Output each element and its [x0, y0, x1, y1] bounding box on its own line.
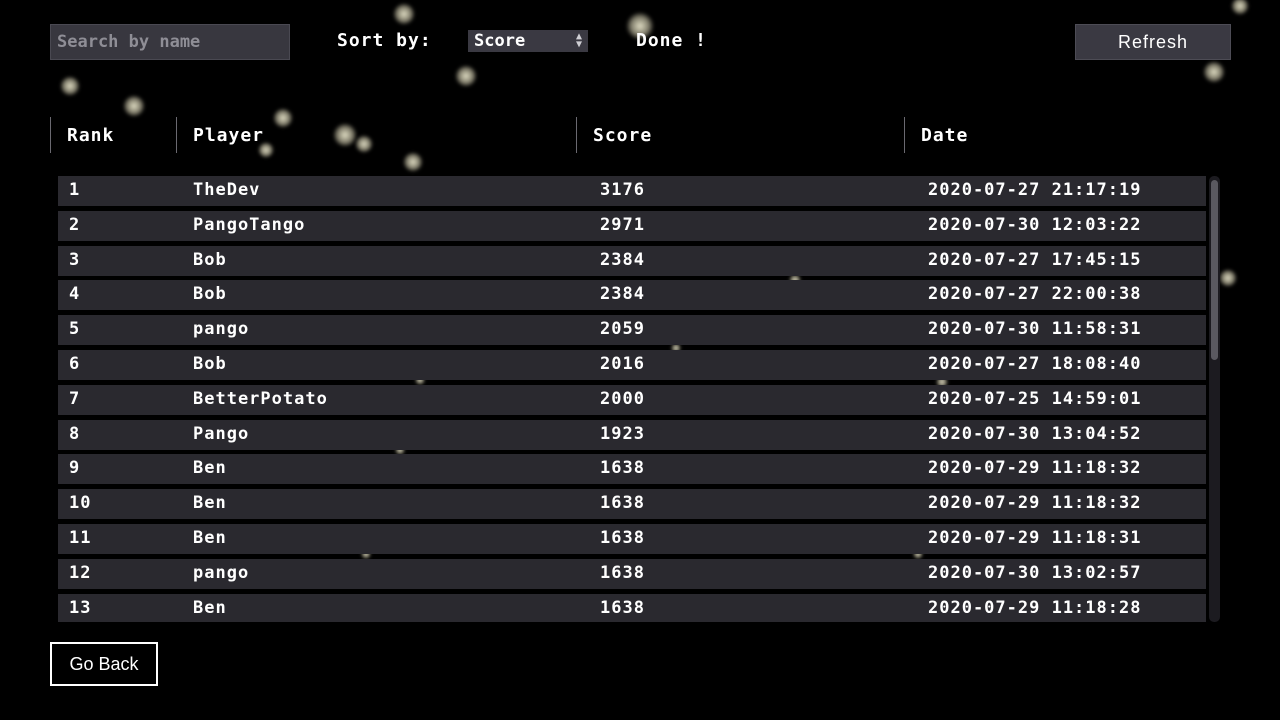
cell-date: 2020-07-27 17:45:15: [928, 249, 1142, 270]
cell-score: 3176: [600, 180, 645, 200]
cell-rank: 1: [69, 180, 81, 200]
cell-player: pango: [193, 562, 250, 583]
cell-score: 2059: [600, 319, 645, 340]
cell-player: Bob: [193, 354, 227, 374]
cell-score: 2971: [600, 214, 645, 235]
table-row[interactable]: 7 BetterPotato 2000 2020-07-25 14:59:01: [58, 384, 1206, 415]
cell-rank: 12: [69, 562, 92, 583]
status-text: Done !: [636, 30, 708, 51]
sort-select[interactable]: Score ▲ ▼: [468, 30, 588, 52]
table-row[interactable]: 9 Ben 1638 2020-07-29 11:18:32: [58, 454, 1206, 485]
cell-score: 1638: [600, 562, 645, 583]
cell-rank: 8: [69, 423, 81, 444]
table-row[interactable]: 1 TheDev 3176 2020-07-27 21:17:19: [58, 176, 1206, 206]
cell-score: 1638: [600, 458, 645, 479]
table-row[interactable]: 6 Bob 2016 2020-07-27 18:08:40: [58, 350, 1206, 380]
cell-date: 2020-07-29 11:18:28: [928, 597, 1142, 618]
cell-date: 2020-07-27 21:17:19: [928, 180, 1142, 200]
cell-score: 1638: [600, 528, 645, 548]
particle: [1231, 0, 1249, 15]
particle: [1203, 61, 1225, 83]
cell-date: 2020-07-30 11:58:31: [928, 319, 1142, 340]
cell-player: pango: [193, 319, 250, 340]
cell-date: 2020-07-25 14:59:01: [928, 388, 1142, 409]
table-row[interactable]: 8 Pango 1923 2020-07-30 13:04:52: [58, 419, 1206, 450]
column-header-date[interactable]: Date: [904, 117, 1220, 153]
cell-date: 2020-07-27 18:08:40: [928, 354, 1142, 374]
cell-rank: 9: [69, 458, 81, 479]
particle: [393, 3, 415, 25]
sort-label: Sort by:: [337, 30, 432, 51]
cell-score: 2000: [600, 388, 645, 409]
table-row[interactable]: 10 Ben 1638 2020-07-29 11:18:32: [58, 489, 1206, 520]
table-scrollbar[interactable]: [1209, 176, 1220, 622]
cell-date: 2020-07-30 12:03:22: [928, 214, 1142, 235]
up-down-arrows-icon: ▲ ▼: [575, 31, 582, 50]
cell-player: Ben: [193, 493, 227, 514]
cell-rank: 4: [69, 284, 81, 305]
refresh-button[interactable]: Refresh: [1075, 24, 1231, 60]
sort-selected-value: Score: [474, 31, 526, 51]
cell-date: 2020-07-29 11:18:32: [928, 493, 1142, 514]
particle: [123, 95, 145, 117]
cell-rank: 11: [69, 528, 92, 548]
cell-score: 1923: [600, 423, 645, 444]
particle: [60, 76, 80, 96]
column-header-score[interactable]: Score: [576, 117, 904, 153]
cell-rank: 3: [69, 249, 81, 270]
table-row[interactable]: 3 Bob 2384 2020-07-27 17:45:15: [58, 245, 1206, 276]
cell-rank: 13: [69, 597, 92, 618]
cell-score: 1638: [600, 493, 645, 514]
cell-date: 2020-07-27 22:00:38: [928, 284, 1142, 305]
table-row[interactable]: 2 PangoTango 2971 2020-07-30 12:03:22: [58, 210, 1206, 241]
cell-player: Ben: [193, 597, 227, 618]
table-row[interactable]: 4 Bob 2384 2020-07-27 22:00:38: [58, 280, 1206, 311]
particle: [455, 65, 477, 87]
table-row[interactable]: 13 Ben 1638 2020-07-29 11:18:28: [58, 593, 1206, 622]
cell-score: 2384: [600, 249, 645, 270]
cell-player: PangoTango: [193, 214, 306, 235]
table-row[interactable]: 12 pango 1638 2020-07-30 13:02:57: [58, 558, 1206, 589]
cell-player: Bob: [193, 249, 227, 270]
scrollbar-thumb[interactable]: [1211, 180, 1218, 360]
leaderboard-screen: Sort by: Score ▲▼ Done ! Refresh Rank Pl…: [0, 0, 1280, 720]
cell-rank: 5: [69, 319, 81, 340]
cell-rank: 10: [69, 493, 92, 514]
search-input[interactable]: [50, 24, 290, 60]
cell-player: Pango: [193, 423, 250, 444]
column-header-rank[interactable]: Rank: [50, 117, 176, 153]
cell-rank: 6: [69, 354, 81, 374]
cell-score: 2384: [600, 284, 645, 305]
cell-player: Ben: [193, 458, 227, 479]
cell-player: Ben: [193, 528, 227, 548]
particle: [403, 152, 423, 172]
table-row[interactable]: 11 Ben 1638 2020-07-29 11:18:31: [58, 524, 1206, 554]
cell-date: 2020-07-29 11:18:31: [928, 528, 1142, 548]
cell-player: Bob: [193, 284, 227, 305]
cell-player: BetterPotato: [193, 388, 328, 409]
cell-date: 2020-07-30 13:02:57: [928, 562, 1142, 583]
cell-rank: 2: [69, 214, 81, 235]
leaderboard-table: 1 TheDev 3176 2020-07-27 21:17:19 2 PangoTang…: [58, 176, 1208, 622]
table-row[interactable]: 5 pango 2059 2020-07-30 11:58:31: [58, 315, 1206, 346]
cell-date: 2020-07-29 11:18:32: [928, 458, 1142, 479]
cell-score: 1638: [600, 597, 645, 618]
column-header-player[interactable]: Player: [176, 117, 576, 153]
go-back-button[interactable]: Go Back: [50, 642, 158, 686]
table-header: Rank Player Score Date: [50, 117, 1220, 153]
cell-player: TheDev: [193, 180, 261, 200]
cell-date: 2020-07-30 13:04:52: [928, 423, 1142, 444]
cell-score: 2016: [600, 354, 645, 374]
particle: [1219, 269, 1237, 287]
cell-rank: 7: [69, 388, 81, 409]
